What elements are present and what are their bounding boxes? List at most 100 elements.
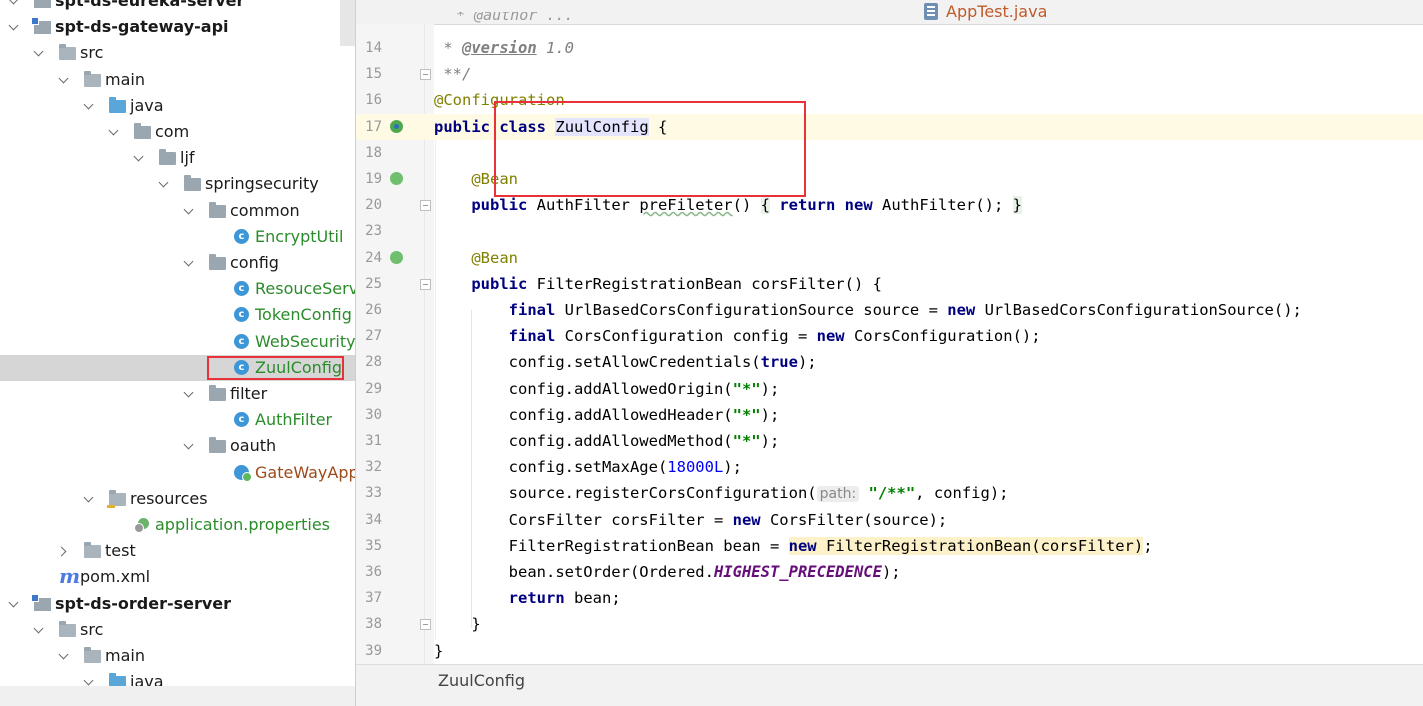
code-line[interactable]: 15 **/	[356, 61, 1423, 87]
code-line[interactable]: 29 config.addAllowedOrigin("*");	[356, 376, 1423, 402]
fold-marker-icon[interactable]	[420, 619, 431, 631]
code-line[interactable]: 14 * @version 1.0	[356, 35, 1423, 61]
tree-item-authfilter[interactable]: AuthFilter	[0, 407, 355, 433]
code-text[interactable]: config.addAllowedOrigin("*");	[434, 376, 780, 402]
code-editor[interactable]: AppTest.java * @author ... 14 * @version…	[356, 0, 1423, 706]
tree-item-java[interactable]: java	[0, 93, 355, 119]
tree-item-application-properties[interactable]: application.properties	[0, 512, 355, 538]
code-text[interactable]: * @version 1.0	[434, 35, 574, 61]
tree-vertical-scrollbar[interactable]	[340, 0, 355, 46]
chevron-down-icon[interactable]	[33, 40, 47, 66]
tree-item-websecurityc[interactable]: WebSecurityC	[0, 329, 355, 355]
tree-item-com[interactable]: com	[0, 119, 355, 145]
code-text[interactable]: **/	[434, 61, 471, 87]
tree-item-src[interactable]: src	[0, 617, 355, 643]
code-text[interactable]: public FilterRegistrationBean corsFilter…	[434, 271, 882, 297]
code-line[interactable]: 23	[356, 218, 1423, 244]
code-text[interactable]: final UrlBasedCorsConfigurationSource so…	[434, 297, 1302, 323]
tree-item-main[interactable]: main	[0, 643, 355, 669]
breadcrumb-zuulconfig[interactable]: ZuulConfig	[438, 671, 525, 690]
code-text[interactable]: @Bean	[434, 245, 518, 271]
code-text[interactable]: }	[434, 611, 480, 637]
project-tree-panel[interactable]: spt-ds-eureka-server spt-ds-gateway-api sr…	[0, 0, 355, 706]
chevron-down-icon[interactable]	[183, 433, 197, 459]
tree-item-spt-ds-gateway-api[interactable]: spt-ds-gateway-api	[0, 14, 355, 40]
code-token: HIGHEST_PRECEDENCE	[713, 563, 882, 581]
code-text[interactable]: config.addAllowedHeader("*");	[434, 402, 780, 428]
chevron-down-icon[interactable]	[183, 381, 197, 407]
code-text[interactable]: config.setMaxAge(18000L);	[434, 454, 742, 480]
tree-horizontal-scrollbar[interactable]	[0, 686, 355, 706]
code-text[interactable]: config.addAllowedMethod("*");	[434, 428, 780, 454]
chevron-down-icon[interactable]	[8, 14, 22, 40]
chevron-down-icon[interactable]	[133, 145, 147, 171]
code-line[interactable]: 35 FilterRegistrationBean bean = new Fil…	[356, 533, 1423, 559]
code-line[interactable]: 25 public FilterRegistrationBean corsFil…	[356, 271, 1423, 297]
tree-item-tokenconfig[interactable]: TokenConfig	[0, 302, 355, 328]
tree-item-springsecurity[interactable]: springsecurity	[0, 171, 355, 197]
chevron-down-icon[interactable]	[83, 486, 97, 512]
code-text[interactable]: CorsFilter corsFilter = new CorsFilter(s…	[434, 507, 948, 533]
chevron-down-icon[interactable]	[58, 643, 72, 669]
chevron-right-icon[interactable]	[58, 538, 72, 564]
chevron-down-icon[interactable]	[8, 0, 22, 14]
tree-item-spt-ds-eureka-server[interactable]: spt-ds-eureka-server	[0, 0, 355, 14]
code-token: new	[732, 510, 761, 529]
code-line[interactable]: 38 }	[356, 611, 1423, 637]
code-line[interactable]: 37 return bean;	[356, 585, 1423, 611]
tree-item-common[interactable]: common	[0, 198, 355, 224]
code-token: "*"	[732, 379, 761, 398]
code-line[interactable]: 36 bean.setOrder(Ordered.HIGHEST_PRECEDE…	[356, 559, 1423, 585]
fold-marker-icon[interactable]	[420, 200, 431, 212]
tree-item-src[interactable]: src	[0, 40, 355, 66]
chevron-down-icon[interactable]	[83, 93, 97, 119]
tree-item-pom-xml[interactable]: m pom.xml	[0, 564, 355, 590]
tree-item-oauth[interactable]: oauth	[0, 433, 355, 459]
tree-item-resouceserver[interactable]: ResouceServer	[0, 276, 355, 302]
tree-item-filter[interactable]: filter	[0, 381, 355, 407]
code-line[interactable]: 31 config.addAllowedMethod("*");	[356, 428, 1423, 454]
code-token: preFileter	[639, 196, 733, 215]
tree-item-config[interactable]: config	[0, 250, 355, 276]
code-line[interactable]: 26 final UrlBasedCorsConfigurationSource…	[356, 297, 1423, 323]
tree-item-resources[interactable]: resources	[0, 486, 355, 512]
chevron-down-icon[interactable]	[33, 617, 47, 643]
code-line[interactable]: 39}	[356, 638, 1423, 664]
code-line[interactable]: 30 config.addAllowedHeader("*");	[356, 402, 1423, 428]
code-text[interactable]: return bean;	[434, 585, 621, 611]
tree-item-ljf[interactable]: ljf	[0, 145, 355, 171]
chevron-down-icon[interactable]	[183, 250, 197, 276]
spring-bean-gutter-icon[interactable]	[390, 250, 403, 264]
chevron-down-icon[interactable]	[8, 591, 22, 617]
chevron-down-icon[interactable]	[108, 119, 122, 145]
code-line[interactable]: 27 final CorsConfiguration config = new …	[356, 323, 1423, 349]
spring-config-gutter-icon[interactable]	[390, 119, 403, 133]
code-line[interactable]: 24 @Bean	[356, 245, 1423, 271]
code-line[interactable]: 28 config.setAllowCredentials(true);	[356, 349, 1423, 375]
code-text[interactable]: }	[434, 638, 443, 664]
tree-item-label: GateWayApp	[255, 462, 355, 482]
code-text[interactable]: FilterRegistrationBean bean = new Filter…	[434, 533, 1153, 559]
code-token: source.registerCorsConfiguration(	[434, 484, 817, 503]
code-text[interactable]: bean.setOrder(Ordered.HIGHEST_PRECEDENCE…	[434, 559, 901, 585]
fold-marker-icon[interactable]	[420, 69, 431, 81]
chevron-down-icon[interactable]	[158, 171, 172, 197]
spring-bean-gutter-icon[interactable]	[390, 172, 403, 185]
code-text[interactable]: final CorsConfiguration config = new Cor…	[434, 323, 1041, 349]
code-line[interactable]: 32 config.setMaxAge(18000L);	[356, 454, 1423, 480]
code-text[interactable]: source.registerCorsConfiguration(path: "…	[434, 480, 1009, 507]
tree-item-gatewayapp[interactable]: GateWayApp	[0, 460, 355, 486]
chevron-down-icon[interactable]	[58, 67, 72, 93]
tree-item-encryptutil[interactable]: EncryptUtil	[0, 224, 355, 250]
code-line[interactable]: 33 source.registerCorsConfiguration(path…	[356, 480, 1423, 506]
code-text[interactable]: config.setAllowCredentials(true);	[434, 349, 817, 375]
fold-marker-icon[interactable]	[420, 278, 431, 290]
chevron-down-icon[interactable]	[183, 198, 197, 224]
tab-apptest[interactable]: AppTest.java	[924, 0, 1047, 24]
tree-item-main[interactable]: main	[0, 67, 355, 93]
tree-item-test[interactable]: test	[0, 538, 355, 564]
tree-item-spt-ds-order-server[interactable]: spt-ds-order-server	[0, 591, 355, 617]
code-line[interactable]: 34 CorsFilter corsFilter = new CorsFilte…	[356, 507, 1423, 533]
